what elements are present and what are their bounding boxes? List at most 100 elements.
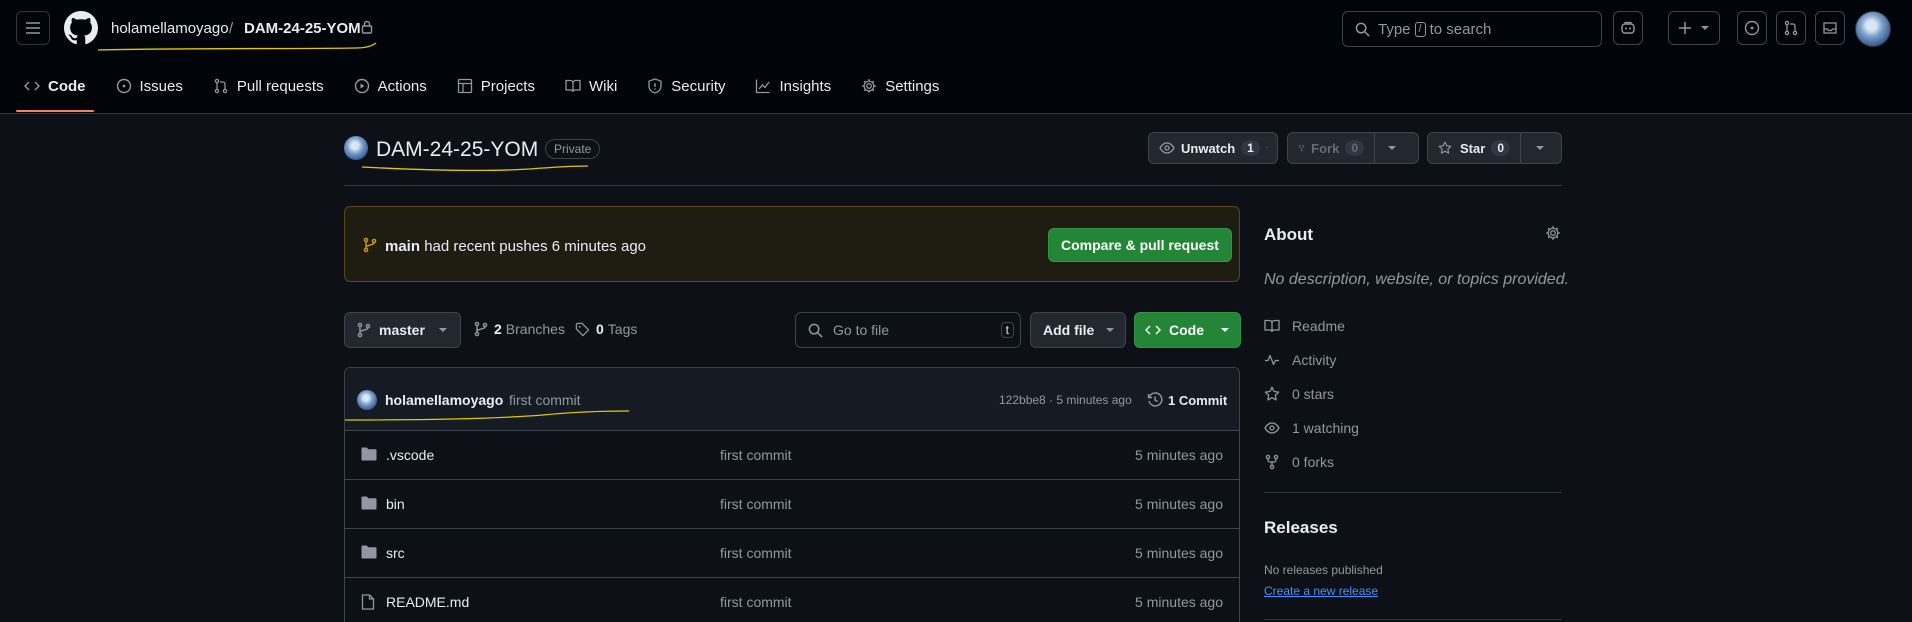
file-time: 5 minutes ago (1135, 496, 1223, 512)
search-prefix: Type (1378, 20, 1411, 38)
book-icon (1264, 319, 1280, 333)
search-input[interactable]: Type / to search (1342, 11, 1602, 47)
code-label: Code (1169, 322, 1204, 338)
book-icon (565, 79, 581, 93)
banner-branch[interactable]: main (385, 238, 420, 255)
caret-down-icon (1536, 146, 1544, 150)
tab-code[interactable]: Code (16, 70, 94, 112)
global-header: holamellamoyago / DAM-24-25-YOM Type / t… (0, 0, 1912, 114)
file-name[interactable]: src (386, 545, 405, 561)
breadcrumb-owner[interactable]: holamellamoyago (111, 20, 229, 37)
gear-icon[interactable] (1545, 225, 1561, 241)
star-label: Star (1460, 140, 1486, 156)
tags-label: Tags (607, 321, 638, 337)
tags-link[interactable]: 0 Tags (575, 321, 637, 337)
unwatch-button[interactable]: Unwatch 1 (1148, 132, 1278, 164)
tab-actions[interactable]: Actions (346, 70, 435, 102)
tab-projects[interactable]: Projects (449, 70, 543, 102)
annotation-underline (345, 410, 630, 421)
caret-down-icon (1701, 26, 1709, 30)
tab-label: Issues (139, 77, 183, 95)
forks-link[interactable]: 0 forks (1264, 454, 1334, 470)
star-button[interactable]: Star 0 (1427, 132, 1562, 164)
commits-link[interactable]: 1 Commit (1147, 392, 1227, 408)
table-row[interactable]: README.md first commit 5 minutes ago (345, 578, 1239, 622)
branches-link[interactable]: 2 Branches (474, 321, 565, 337)
star-icon (1438, 141, 1452, 154)
stars-link[interactable]: 0 stars (1264, 386, 1334, 402)
forks-label: 0 forks (1292, 454, 1335, 470)
eye-icon (1264, 422, 1280, 434)
fork-count: 0 (1345, 140, 1364, 156)
annotation-underline (361, 165, 589, 172)
tab-label: Wiki (588, 77, 618, 95)
table-row[interactable]: src first commit 5 minutes ago (345, 529, 1239, 578)
issues-shortcut-button[interactable] (1737, 11, 1767, 45)
add-file-button[interactable]: Add file (1030, 312, 1126, 348)
branches-label: Branches (505, 321, 565, 337)
branch-icon (357, 322, 371, 338)
inbox-button[interactable] (1815, 11, 1845, 45)
about-heading: About (1264, 225, 1314, 244)
issue-icon (116, 78, 131, 94)
menu-button[interactable] (16, 11, 50, 45)
file-commit[interactable]: first commit (720, 545, 792, 561)
repo-title[interactable]: DAM-24-25-YOM (376, 138, 538, 162)
file-commit[interactable]: first commit (720, 447, 792, 463)
pull-request-icon (1784, 20, 1798, 36)
activity-link[interactable]: Activity (1264, 352, 1336, 368)
table-icon (457, 78, 472, 94)
tab-wiki[interactable]: Wiki (557, 70, 625, 102)
tab-pull-requests[interactable]: Pull requests (205, 70, 332, 102)
file-commit[interactable]: first commit (720, 496, 792, 512)
table-row[interactable]: bin first commit 5 minutes ago (345, 480, 1239, 529)
create-release-link[interactable]: Create a new release (1264, 584, 1378, 598)
tab-label: Insights (779, 77, 832, 95)
tab-security[interactable]: Security (639, 70, 733, 102)
file-name[interactable]: .vscode (386, 447, 434, 463)
repo-tabs: Code Issues Pull requests Actions Projec… (16, 70, 961, 114)
compare-pull-request-button[interactable]: Compare & pull request (1048, 228, 1232, 262)
fork-icon (1265, 454, 1279, 470)
file-icon (361, 594, 375, 610)
github-logo-icon[interactable] (64, 11, 98, 45)
no-releases-text: No releases published (1264, 563, 1383, 577)
issue-icon (1744, 20, 1760, 36)
go-to-file-input[interactable]: Go to file t (795, 312, 1021, 348)
repo-owner-avatar[interactable] (344, 136, 368, 160)
divider (1264, 619, 1562, 620)
user-avatar[interactable] (1855, 11, 1891, 47)
file-name[interactable]: bin (386, 496, 405, 512)
breadcrumb-repo[interactable]: DAM-24-25-YOM (244, 20, 361, 37)
table-row[interactable]: .vscode first commit 5 minutes ago (345, 431, 1239, 480)
stars-label: 0 stars (1292, 386, 1335, 402)
visibility-badge: Private (545, 139, 601, 159)
watching-link[interactable]: 1 watching (1264, 420, 1359, 436)
fork-dropdown[interactable] (1374, 133, 1409, 163)
releases-heading[interactable]: Releases (1264, 518, 1338, 538)
code-button[interactable]: Code (1134, 312, 1241, 348)
tab-label: Code (48, 77, 86, 95)
commit-count: 1 Commit (1168, 392, 1228, 408)
caret-down-icon (1266, 147, 1268, 149)
copilot-button[interactable] (1613, 11, 1643, 45)
folder-icon (361, 496, 377, 510)
create-new-button[interactable] (1668, 11, 1720, 45)
activity-label: Activity (1292, 352, 1337, 368)
readme-label: Readme (1292, 318, 1345, 334)
fork-button[interactable]: Fork 0 (1287, 132, 1419, 164)
commit-sha-time[interactable]: 122bbe8 · 5 minutes ago (999, 393, 1132, 407)
pull-requests-shortcut-button[interactable] (1776, 11, 1806, 45)
tag-icon (575, 322, 590, 336)
tab-issues[interactable]: Issues (108, 70, 191, 102)
tab-settings[interactable]: Settings (853, 70, 947, 102)
tab-insights[interactable]: Insights (747, 70, 839, 102)
file-name[interactable]: README.md (386, 594, 469, 610)
branch-selector[interactable]: master (344, 312, 461, 348)
file-commit[interactable]: first commit (720, 594, 792, 610)
tab-label: Settings (885, 77, 940, 95)
inbox-icon (1823, 22, 1837, 34)
star-icon (1264, 386, 1280, 401)
readme-link[interactable]: Readme (1264, 318, 1345, 334)
star-dropdown[interactable] (1520, 133, 1559, 163)
